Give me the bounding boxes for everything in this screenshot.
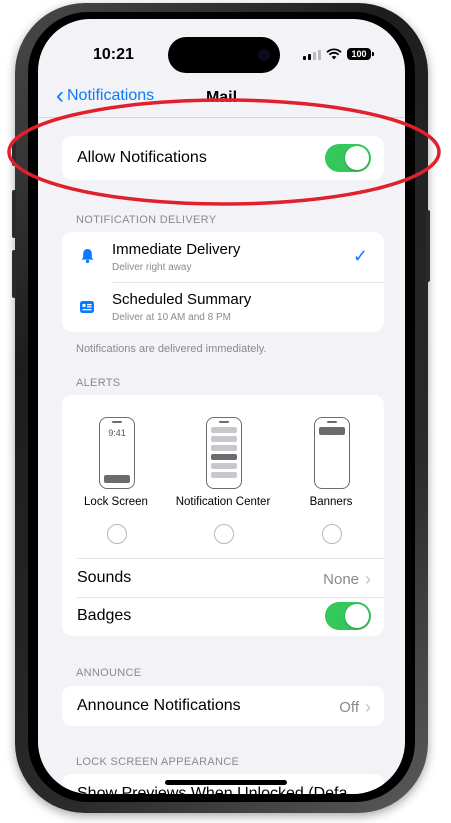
sounds-label: Sounds <box>77 569 132 586</box>
lock-screen-label: Lock Screen <box>84 496 148 508</box>
bell-icon <box>78 247 96 265</box>
banner-bar <box>319 427 345 435</box>
announce-notifications-row[interactable]: Announce Notifications Off › <box>62 686 384 726</box>
notification-delivery-header: NOTIFICATION DELIVERY <box>76 214 217 226</box>
banners-label: Banners <box>309 496 353 508</box>
battery-icon: 100 <box>347 48 374 60</box>
power-button <box>426 210 430 282</box>
scheduled-summary-subtitle: Deliver at 10 AM and 8 PM <box>112 312 231 323</box>
notification-delivery-group: Immediate Delivery Deliver right away ✓ … <box>62 232 384 332</box>
lock-screen-notification-bar <box>104 475 130 483</box>
notification-center-preview[interactable] <box>206 417 242 489</box>
wifi-icon <box>326 48 342 60</box>
home-indicator <box>165 780 287 785</box>
nav-divider <box>38 117 405 118</box>
announce-value: Off › <box>339 697 371 717</box>
immediate-delivery-title: Immediate Delivery <box>112 241 241 258</box>
scheduled-summary-title: Scheduled Summary <box>112 291 252 308</box>
status-icons: 100 <box>303 48 374 60</box>
notification-center-radio[interactable] <box>214 524 234 544</box>
delivery-footer: Notifications are delivered immediately. <box>76 343 267 355</box>
allow-notifications-group: Allow Notifications <box>62 136 384 180</box>
immediate-delivery-subtitle: Deliver right away <box>112 262 192 273</box>
checkmark-icon: ✓ <box>352 246 368 266</box>
lock-screen-appearance-header: LOCK SCREEN APPEARANCE <box>76 756 240 768</box>
lock-screen-preview[interactable]: 9:41 <box>99 417 135 489</box>
badges-toggle[interactable] <box>325 602 371 630</box>
lock-screen-radio[interactable] <box>107 524 127 544</box>
action-button <box>12 140 16 166</box>
dynamic-island <box>168 37 280 73</box>
alerts-header: ALERTS <box>76 377 121 389</box>
chevron-right-icon: › <box>365 569 371 589</box>
screen: 10:21 100 ‹ Notifications Mail Allow Not… <box>38 19 405 794</box>
allow-notifications-label: Allow Notifications <box>77 149 207 166</box>
sounds-row[interactable]: Sounds None › <box>62 559 384 597</box>
banners-preview[interactable] <box>314 417 350 489</box>
alerts-group: 9:41 Lock Screen Notification Center Ban… <box>62 395 384 636</box>
summary-icon <box>78 298 96 316</box>
immediate-delivery-row[interactable]: Immediate Delivery Deliver right away ✓ <box>62 232 384 282</box>
lock-screen-time: 9:41 <box>108 428 126 438</box>
page-title: Mail <box>205 89 238 106</box>
status-time: 10:21 <box>93 46 134 63</box>
announce-notifications-label: Announce Notifications <box>77 697 241 714</box>
chevron-right-icon: › <box>365 697 371 717</box>
volume-up-button <box>12 190 16 238</box>
camera-icon <box>258 49 270 61</box>
announce-group: Announce Notifications Off › <box>62 686 384 726</box>
cellular-signal-icon <box>303 49 321 60</box>
notification-center-label: Notification Center <box>175 496 271 508</box>
sounds-value: None › <box>323 569 371 589</box>
badges-label: Badges <box>77 607 132 624</box>
allow-notifications-toggle[interactable] <box>325 144 371 172</box>
banners-radio[interactable] <box>322 524 342 544</box>
volume-down-button <box>12 250 16 298</box>
show-previews-row[interactable]: Show Previews When Unlocked (Defa <box>77 785 347 794</box>
scheduled-summary-row[interactable]: Scheduled Summary Deliver at 10 AM and 8… <box>62 283 384 332</box>
navigation-bar: ‹ Notifications Mail <box>38 84 405 117</box>
divider <box>77 597 384 598</box>
announce-header: ANNOUNCE <box>76 667 142 679</box>
